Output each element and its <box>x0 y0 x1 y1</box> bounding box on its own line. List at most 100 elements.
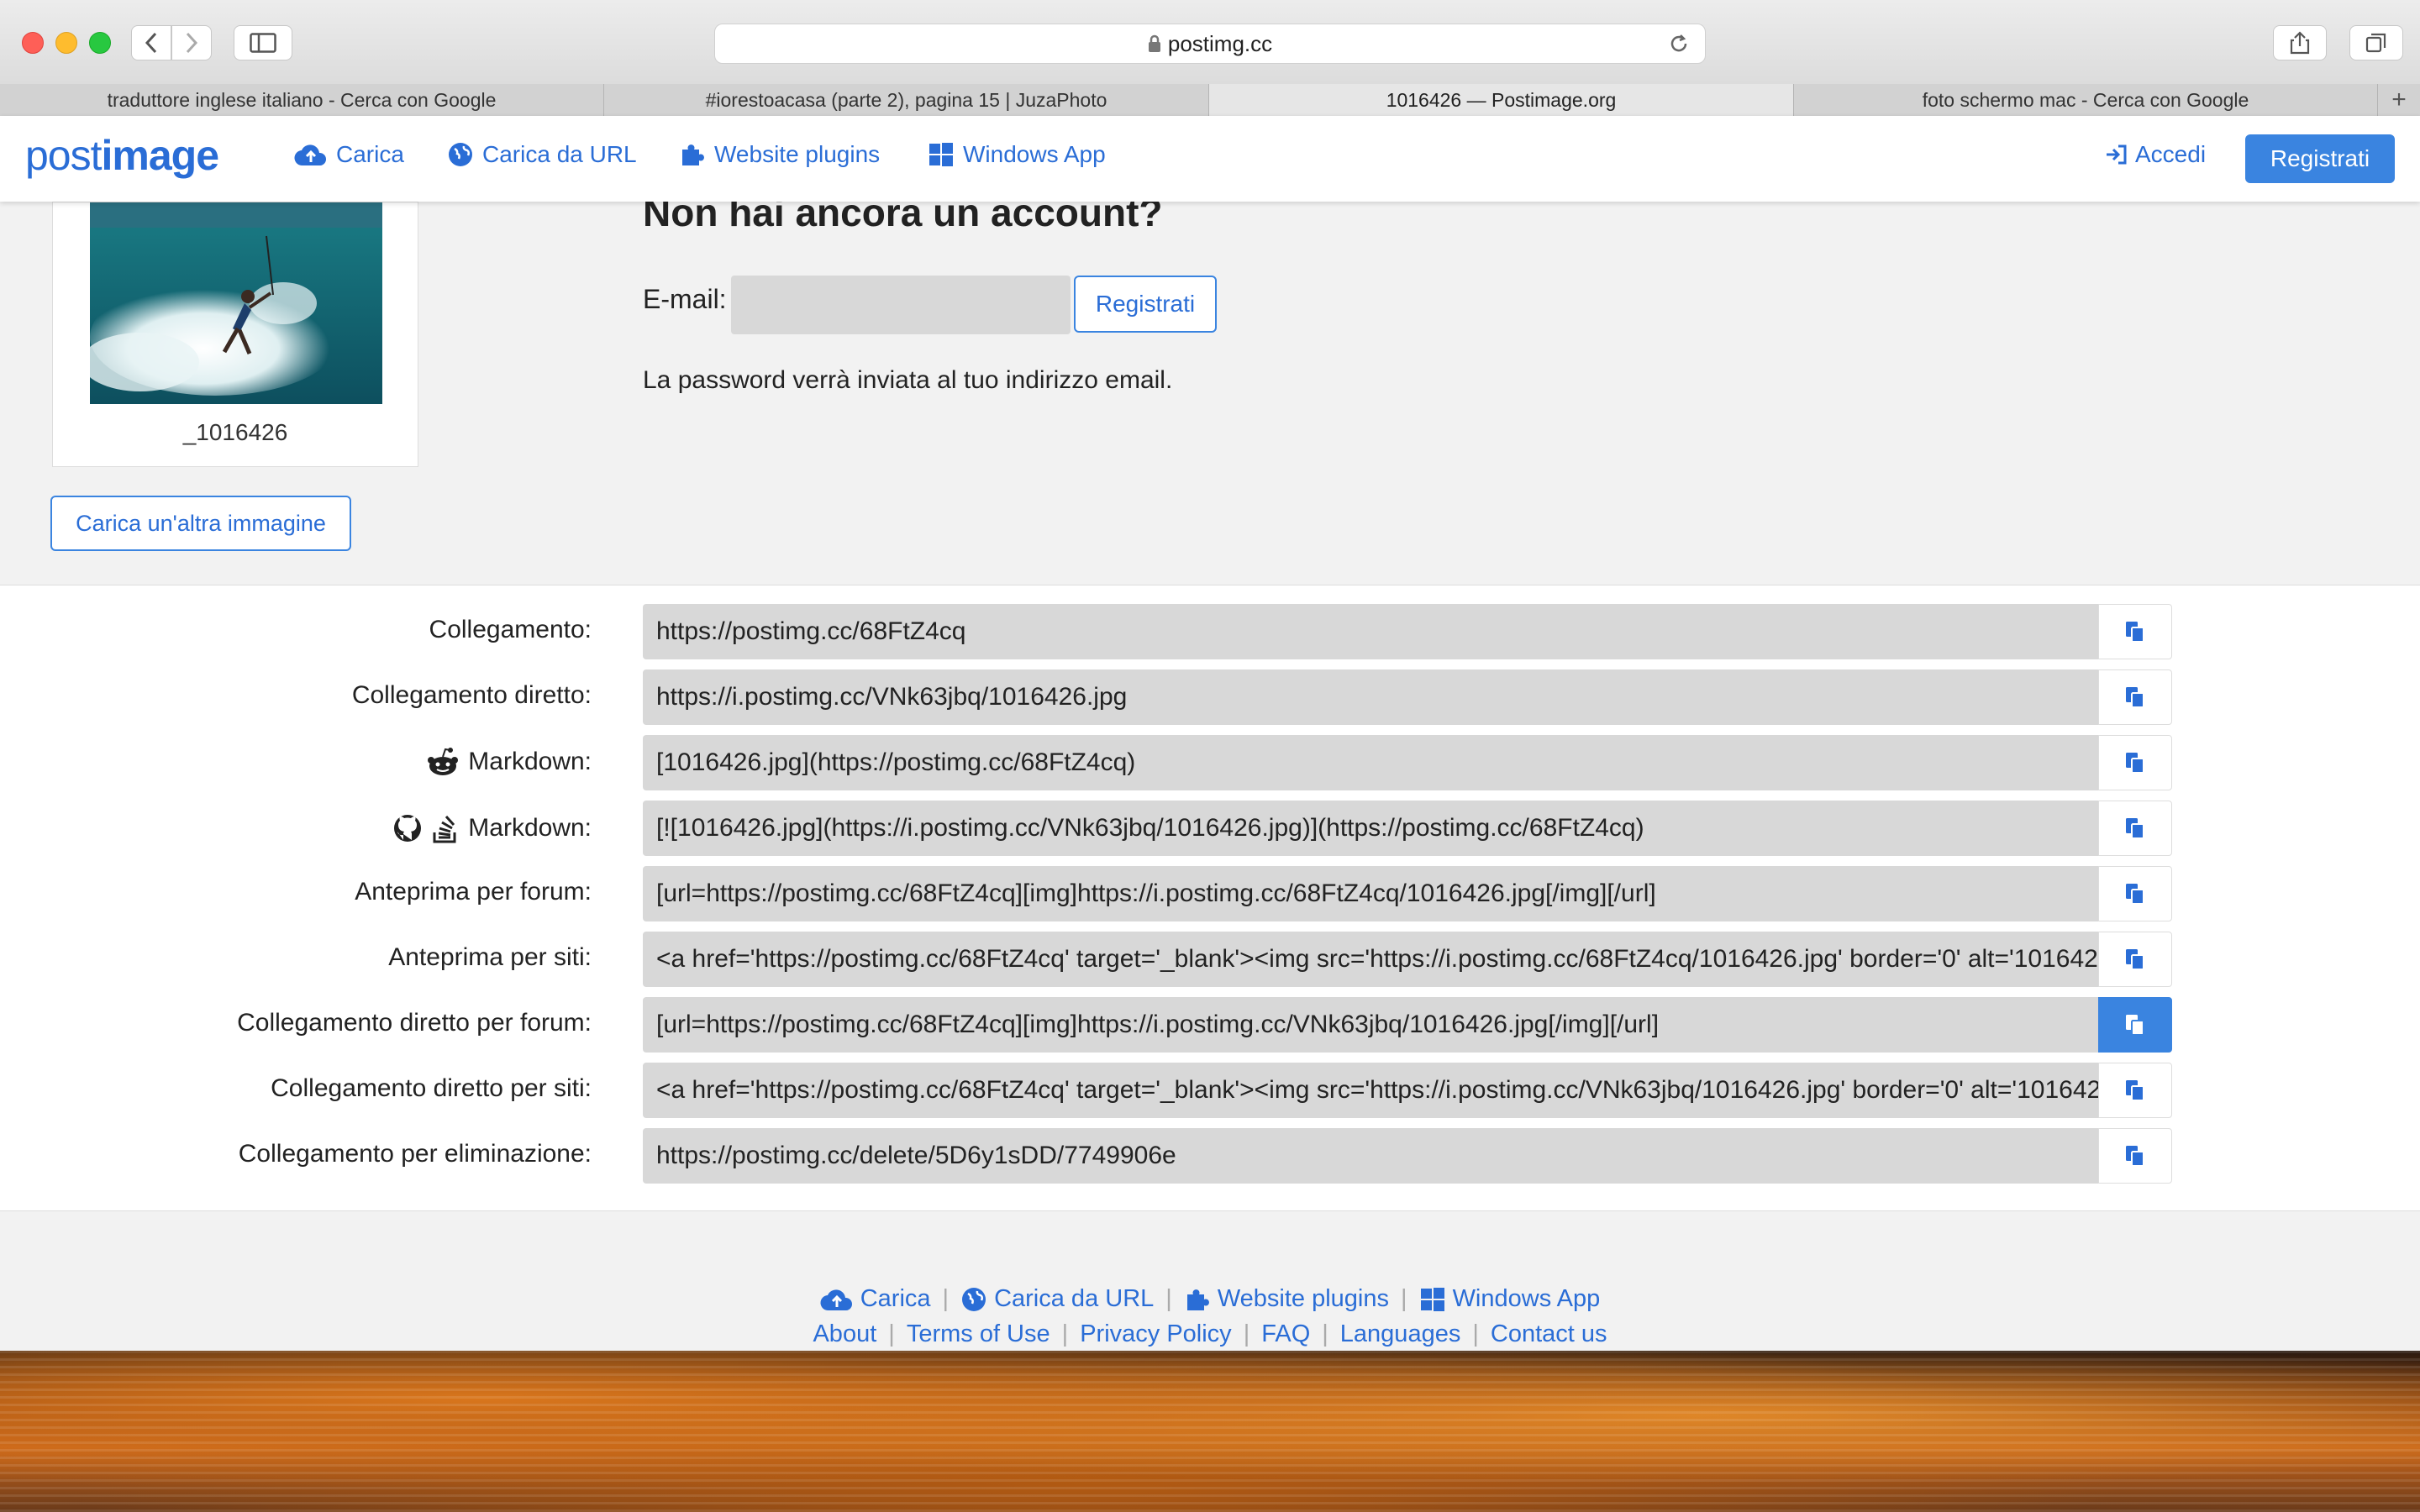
chevron-right-icon <box>186 32 198 54</box>
tabs-overview-icon <box>2365 33 2386 53</box>
desktop-wallpaper <box>0 1351 2420 1512</box>
code-field[interactable]: https://i.postimg.cc/VNk63jbq/1016426.jp… <box>643 669 2098 725</box>
stackoverflow-icon <box>433 815 456 843</box>
share-button[interactable] <box>2273 25 2327 60</box>
code-label: Collegamento diretto per siti: <box>271 1074 592 1102</box>
code-row-forum-preview: Anteprima per forum: [url=https://postim… <box>0 866 2420 923</box>
nav-windows-app[interactable]: Windows App <box>928 141 1106 168</box>
footer-languages-link[interactable]: Languages <box>1340 1320 1461 1348</box>
uploaded-image-thumbnail[interactable] <box>90 202 382 404</box>
code-field[interactable]: [![1016426.jpg](https://i.postimg.cc/VNk… <box>643 801 2098 856</box>
copy-button[interactable] <box>2098 1128 2172 1184</box>
footer-carica[interactable]: Carica <box>820 1285 931 1313</box>
github-icon <box>394 815 422 842</box>
close-window-button[interactable] <box>22 32 44 54</box>
footer-privacy-link[interactable]: Privacy Policy <box>1080 1320 1232 1348</box>
code-field[interactable]: [url=https://postimg.cc/68FtZ4cq][img]ht… <box>643 997 2098 1053</box>
tab-postimage[interactable]: 1016426 — Postimage.org <box>1209 84 1794 116</box>
code-label: Collegamento: <box>429 616 592 643</box>
nav-website-plugins[interactable]: Website plugins <box>679 141 880 168</box>
sidebar-toggle-button[interactable] <box>234 25 292 60</box>
code-field[interactable]: [url=https://postimg.cc/68FtZ4cq][img]ht… <box>643 866 2098 921</box>
show-tabs-button[interactable] <box>2349 25 2403 60</box>
tab-google-translate[interactable]: traduttore inglese italiano - Cerca con … <box>0 84 604 116</box>
account-register-button[interactable]: Registrati <box>1074 276 1217 333</box>
copy-icon <box>2126 753 2144 774</box>
code-field[interactable]: <a href='https://postimg.cc/68FtZ4cq' ta… <box>643 1063 2098 1118</box>
copy-button[interactable] <box>2098 932 2172 987</box>
kitesurf-photo-image <box>90 202 382 404</box>
minimize-window-button[interactable] <box>55 32 77 54</box>
back-button[interactable] <box>131 25 171 60</box>
footer-nav: Carica | Carica da URL | Website plugins… <box>0 1285 2420 1313</box>
browser-titlebar: postimg.cc <box>0 0 2420 85</box>
tab-bar: traduttore inglese italiano - Cerca con … <box>0 84 2420 117</box>
copy-button[interactable] <box>2098 669 2172 725</box>
footer-contact-link[interactable]: Contact us <box>1491 1320 1607 1348</box>
code-row-delete-link: Collegamento per eliminazione: https://p… <box>0 1128 2420 1185</box>
forward-button[interactable] <box>171 25 212 60</box>
tab-juzaphoto[interactable]: #iorestoacasa (parte 2), pagina 15 | Juz… <box>604 84 1209 116</box>
code-label: Markdown: <box>468 748 592 775</box>
copy-icon <box>2126 687 2144 708</box>
copy-button[interactable] <box>2098 866 2172 921</box>
reddit-icon <box>428 748 459 775</box>
code-label: Markdown: <box>468 814 592 842</box>
email-label: E-mail: <box>643 284 727 314</box>
copy-button[interactable] <box>2098 1063 2172 1118</box>
code-field[interactable]: [1016426.jpg](https://postimg.cc/68FtZ4c… <box>643 735 2098 790</box>
code-label: Anteprima per siti: <box>388 943 592 971</box>
windows-icon <box>1420 1287 1444 1311</box>
address-bar[interactable]: postimg.cc <box>714 24 1706 64</box>
sign-in-icon <box>2107 144 2127 165</box>
reload-icon[interactable] <box>1668 33 1690 55</box>
footer-terms-link[interactable]: Terms of Use <box>907 1320 1050 1348</box>
lock-icon <box>1148 34 1160 52</box>
cloud-upload-icon <box>820 1289 852 1310</box>
nav-carica-da-url[interactable]: Carica da URL <box>447 141 637 168</box>
code-label: Collegamento per eliminazione: <box>238 1140 592 1168</box>
new-tab-button[interactable]: + <box>2378 84 2420 116</box>
header-register-button[interactable]: Registrati <box>2245 134 2395 183</box>
tab-google-screenshot[interactable]: foto schermo mac - Cerca con Google <box>1794 84 2378 116</box>
code-row-site-preview: Anteprima per siti: <a href='https://pos… <box>0 932 2420 989</box>
footer-website-plugins[interactable]: Website plugins <box>1184 1285 1389 1313</box>
copy-icon <box>2126 949 2144 970</box>
copy-icon <box>2126 622 2144 643</box>
code-field[interactable]: https://postimg.cc/68FtZ4cq <box>643 604 2098 659</box>
zoom-window-button[interactable] <box>89 32 111 54</box>
windows-icon <box>929 143 953 166</box>
code-row-site-direct: Collegamento diretto per siti: <a href='… <box>0 1063 2420 1120</box>
footer-faq-link[interactable]: FAQ <box>1261 1320 1310 1348</box>
copy-icon <box>2126 1015 2144 1036</box>
email-input[interactable] <box>731 276 1071 334</box>
copy-button[interactable] <box>2098 801 2172 856</box>
footer-links: About | Terms of Use | Privacy Policy | … <box>813 1320 1607 1348</box>
sidebar-icon <box>250 33 276 53</box>
copy-button[interactable] <box>2098 735 2172 790</box>
code-field[interactable]: <a href='https://postimg.cc/68FtZ4cq' ta… <box>643 932 2098 987</box>
postimage-logo[interactable]: postimage <box>25 131 219 180</box>
puzzle-icon <box>1186 1289 1209 1310</box>
footer-windows-app[interactable]: Windows App <box>1419 1285 1600 1313</box>
copy-button[interactable] <box>2098 997 2172 1053</box>
image-caption: _1016426 <box>182 419 288 445</box>
code-label: Collegamento diretto per forum: <box>237 1009 592 1037</box>
plus-icon: + <box>2391 86 2407 113</box>
copy-button[interactable] <box>2098 604 2172 659</box>
footer-carica-da-url[interactable]: Carica da URL <box>960 1285 1154 1313</box>
code-label: Anteprima per forum: <box>355 878 592 906</box>
image-thumbnail-card: _1016426 <box>52 202 418 467</box>
puzzle-icon <box>682 144 704 165</box>
address-url: postimg.cc <box>1167 30 1273 56</box>
globe-icon <box>962 1287 986 1311</box>
nav-carica[interactable]: Carica <box>294 141 404 168</box>
copy-icon <box>2126 1146 2144 1167</box>
code-field[interactable]: https://postimg.cc/delete/5D6y1sDD/77499… <box>643 1128 2098 1184</box>
login-link[interactable]: Accedi <box>2105 141 2206 168</box>
upload-another-button[interactable]: Carica un'altra immagine <box>50 496 351 551</box>
footer-about-link[interactable]: About <box>813 1320 876 1348</box>
share-codes-panel: Collegamento: https://postimg.cc/68FtZ4c… <box>0 585 2420 1211</box>
copy-icon <box>2126 884 2144 905</box>
chevron-left-icon <box>145 32 157 54</box>
